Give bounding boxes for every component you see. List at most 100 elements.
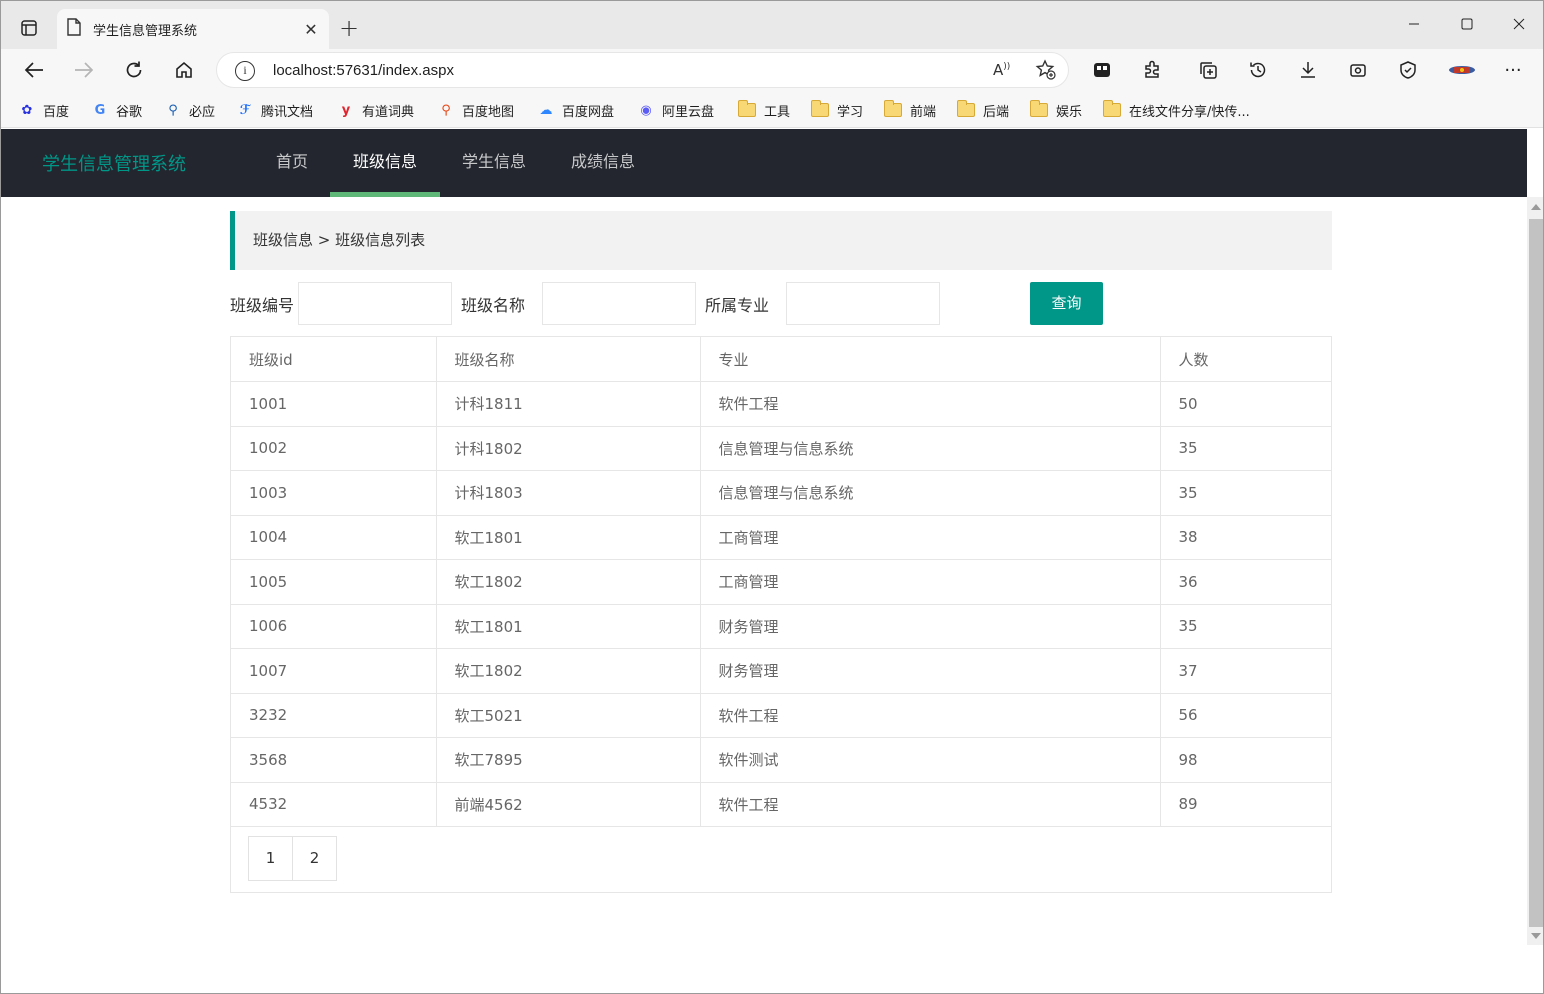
bookmark-label: 腾讯文档 (261, 104, 314, 120)
browser-window: 学生信息管理系统 ✕ + i localhost:57631/index.asp… (0, 0, 1544, 994)
scrollbar-thumb[interactable] (1529, 219, 1543, 927)
cell-class-id: 1003 (231, 470, 437, 516)
cell-class-id: 1004 (231, 514, 437, 560)
cell-class-id: 1001 (231, 381, 437, 427)
vertical-scrollbar[interactable] (1527, 197, 1543, 945)
nav-score-info[interactable]: 成绩信息 (548, 129, 658, 197)
bookmark-item[interactable]: ℱ 腾讯文档 (237, 99, 313, 121)
cell-class-id: 3568 (231, 737, 437, 783)
close-window-icon[interactable] (1496, 9, 1542, 39)
cell-class-name: 计科1802 (435, 425, 701, 471)
cell-class-name: 软工1801 (435, 514, 701, 560)
cell-class-id: 1007 (231, 648, 437, 694)
bookmark-folder[interactable]: 前端 (884, 99, 936, 121)
history-icon[interactable] (1241, 54, 1275, 86)
nav-student-info[interactable]: 学生信息 (440, 129, 548, 197)
extension-app-icon[interactable] (1085, 54, 1119, 86)
table-row: 4532 前端4562 软件工程 89 (231, 781, 1331, 827)
bookmark-folder[interactable]: 工具 (738, 99, 790, 121)
class-table-panel: 班级id 班级名称 专业 人数 1001 计科1811 软件工程 50 1002 计科18… (230, 336, 1332, 893)
query-button[interactable]: 查询 (1030, 282, 1103, 325)
cell-major: 信息管理与信息系统 (699, 470, 1161, 516)
table-row: 1003 计科1803 信息管理与信息系统 35 (231, 470, 1331, 516)
page-2-button[interactable]: 2 (292, 836, 337, 881)
table-row: 3568 软工7895 软件测试 98 (231, 737, 1331, 783)
folder-icon (1103, 100, 1121, 117)
page-icon (67, 18, 81, 40)
extensions-icon[interactable] (1135, 54, 1169, 86)
cell-class-name: 软工5021 (435, 692, 701, 738)
address-bar[interactable]: i localhost:57631/index.aspx A)) (216, 52, 1069, 88)
browser-essentials-icon[interactable] (1391, 54, 1425, 86)
profile-avatar-icon[interactable] (1445, 54, 1479, 86)
cell-count: 98 (1159, 737, 1331, 783)
nav-class-info[interactable]: 班级信息 (330, 129, 440, 197)
nav-home[interactable]: 首页 (254, 129, 330, 197)
cell-count: 35 (1159, 425, 1331, 471)
baidu-icon: ✿ (21, 102, 33, 118)
cell-major: 工商管理 (699, 514, 1161, 560)
bookmark-item[interactable]: ◉ 阿里云盘 (638, 99, 714, 121)
collections-icon[interactable] (1191, 54, 1225, 86)
class-name-input[interactable] (542, 282, 696, 325)
table-header-row: 班级id 班级名称 专业 人数 (231, 337, 1331, 382)
bookmark-label: 后端 (983, 104, 1010, 120)
site-info-icon[interactable]: i (235, 61, 255, 81)
screenshot-icon[interactable] (1341, 54, 1375, 86)
bookmark-label: 百度 (43, 104, 70, 120)
bookmark-folder[interactable]: 娱乐 (1030, 99, 1082, 121)
header-major: 专业 (699, 337, 1161, 382)
back-icon[interactable] (17, 54, 51, 86)
favorite-add-icon[interactable] (1035, 59, 1057, 85)
bookmark-item[interactable]: ✿ 百度 (19, 99, 69, 121)
cell-count: 89 (1159, 781, 1331, 827)
browser-tab[interactable]: 学生信息管理系统 ✕ (57, 9, 329, 49)
cell-class-name: 前端4562 (435, 781, 701, 827)
class-no-input[interactable] (298, 282, 452, 325)
maximize-icon[interactable] (1444, 9, 1490, 39)
minimize-icon[interactable] (1391, 9, 1437, 39)
class-table: 班级id 班级名称 专业 人数 1001 计科1811 软件工程 50 1002 计科18… (231, 337, 1331, 827)
table-row: 1007 软工1802 财务管理 37 (231, 648, 1331, 694)
bookmark-folder[interactable]: 在线文件分享/快传... (1103, 99, 1250, 121)
new-tab-icon[interactable]: + (335, 14, 363, 42)
bookmark-label: 学习 (837, 104, 864, 120)
header-class-name: 班级名称 (435, 337, 701, 382)
more-menu-icon[interactable]: ··· (1496, 54, 1530, 86)
bookmark-item[interactable]: ☁ 百度网盘 (538, 99, 615, 121)
table-row: 1002 计科1802 信息管理与信息系统 35 (231, 425, 1331, 471)
baidu-netdisk-icon: ☁ (539, 102, 553, 118)
cell-major: 工商管理 (699, 559, 1161, 605)
read-aloud-icon[interactable]: A)) (993, 61, 1010, 79)
app-brand[interactable]: 学生信息管理系统 (42, 150, 186, 176)
bookmark-item[interactable]: G 谷歌 (92, 99, 142, 121)
bookmark-item[interactable]: ⚲ 百度地图 (438, 99, 514, 121)
page-1-button[interactable]: 1 (248, 836, 293, 881)
major-label: 所属专业 (705, 296, 770, 315)
cell-count: 38 (1159, 514, 1331, 560)
table-row: 3232 软工5021 软件工程 56 (231, 692, 1331, 738)
bookmark-folder[interactable]: 学习 (811, 99, 863, 121)
cell-major: 软件工程 (699, 781, 1161, 827)
bookmark-folder[interactable]: 后端 (957, 99, 1009, 121)
refresh-icon[interactable] (117, 54, 151, 86)
cell-major: 财务管理 (699, 603, 1161, 649)
bookmark-label: 工具 (764, 104, 791, 120)
tab-actions-icon[interactable] (11, 13, 47, 43)
cell-major: 软件工程 (699, 381, 1161, 427)
bookmark-item[interactable]: y 有道词典 (338, 99, 414, 121)
close-tab-icon[interactable]: ✕ (299, 17, 323, 41)
cell-class-name: 软工7895 (435, 737, 701, 783)
bookmark-label: 谷歌 (116, 104, 143, 120)
tab-title: 学生信息管理系统 (93, 23, 198, 39)
downloads-icon[interactable] (1291, 54, 1325, 86)
scroll-up-icon[interactable] (1531, 204, 1541, 210)
class-name-label: 班级名称 (461, 296, 526, 315)
cell-count: 50 (1159, 381, 1331, 427)
forward-icon[interactable] (67, 54, 101, 86)
scroll-down-icon[interactable] (1531, 933, 1541, 939)
cell-class-id: 1002 (231, 425, 437, 471)
home-icon[interactable] (167, 54, 201, 86)
bookmark-item[interactable]: ⚲ 必应 (165, 99, 215, 121)
major-input[interactable] (786, 282, 940, 325)
